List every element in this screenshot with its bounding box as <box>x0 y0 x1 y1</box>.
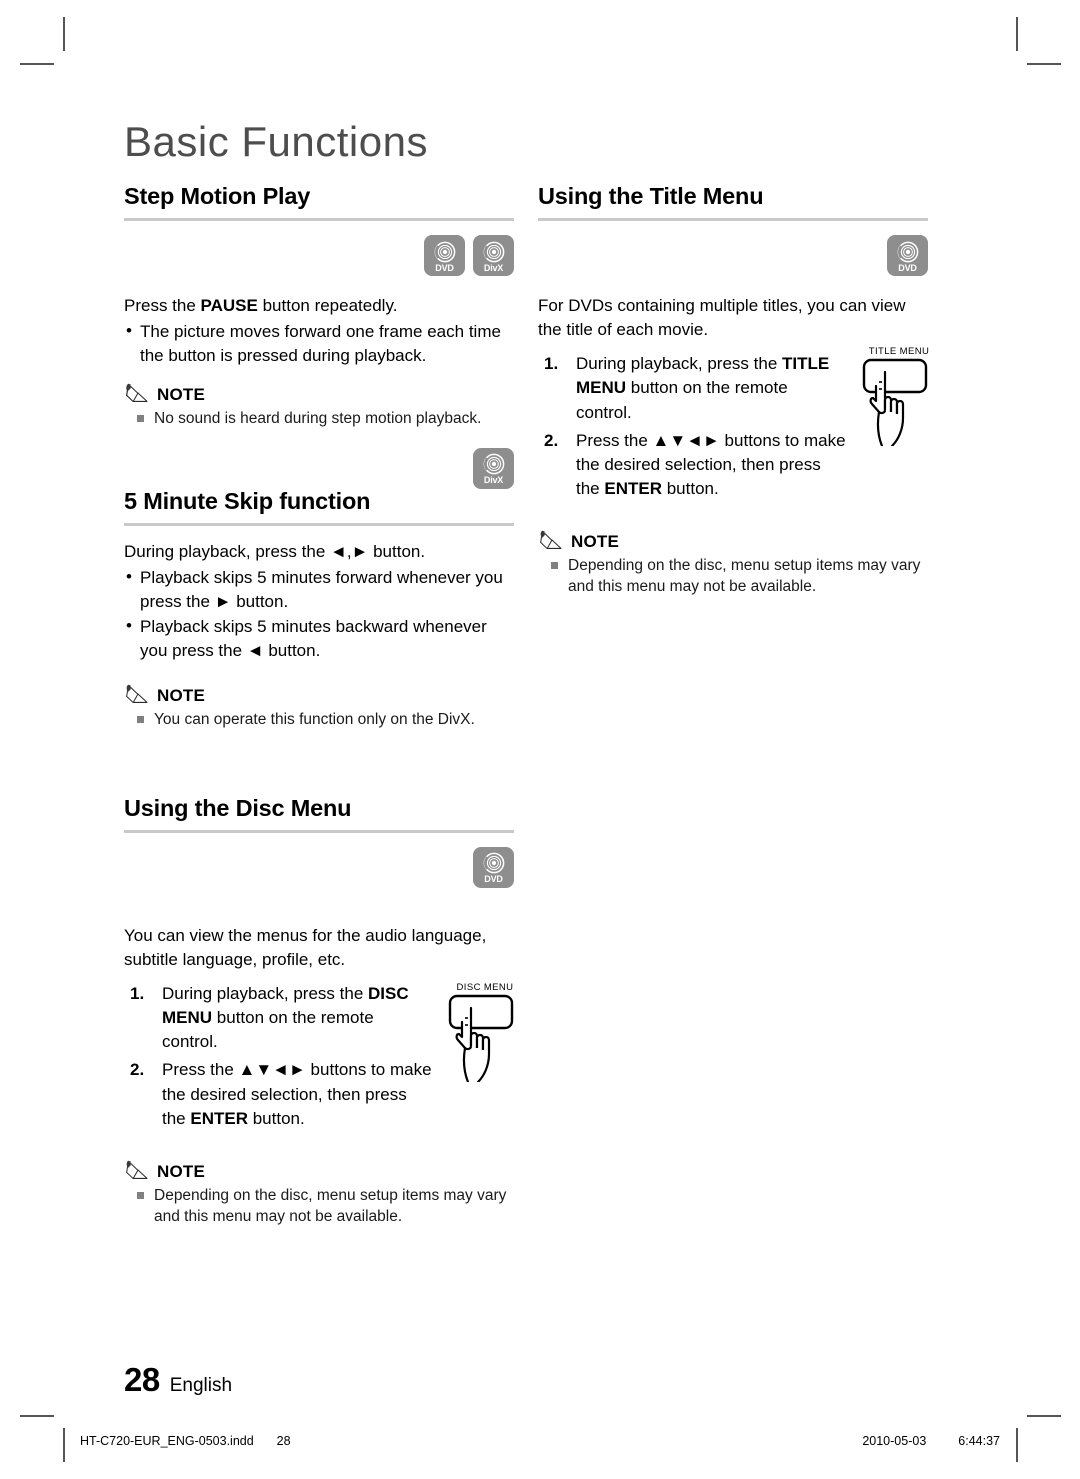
note-label: NOTE <box>157 1161 206 1181</box>
note-item: Depending on the disc, menu setup items … <box>124 1185 514 1228</box>
note-items: You can operate this function only on th… <box>124 709 514 730</box>
note-items: Depending on the disc, menu setup items … <box>124 1185 514 1228</box>
intro-bold: PAUSE <box>200 296 258 316</box>
pencil-note-icon <box>126 1160 148 1179</box>
step-motion-intro: Press the PAUSE button repeatedly. <box>124 294 514 318</box>
disc-badge-label: DivX <box>483 475 504 486</box>
disc-badge-label: DVD <box>484 874 503 885</box>
note-label: NOTE <box>571 532 620 552</box>
disc-icon <box>483 852 504 874</box>
disc-menu-steps: During playback, press the DISC MENU but… <box>124 982 434 1131</box>
section-heading: Using the Disc Menu <box>124 794 352 821</box>
step-post: button. <box>247 1108 305 1128</box>
disc-badge-row: DVD DivX <box>124 235 514 277</box>
list-item: Press the ▲▼◄► buttons to make the desir… <box>538 429 848 501</box>
note-item: You can operate this function only on th… <box>124 709 514 730</box>
disc-badge-row: DivX <box>473 447 514 489</box>
disc-badge-divx: DivX <box>473 447 514 489</box>
page-language: English <box>169 1375 233 1396</box>
disc-icon <box>483 241 504 262</box>
print-footer-right: 2010-05-03 6:44:37 <box>862 1434 1000 1448</box>
section-using-title-menu: Using the Title Menu DVD For DVDs contai… <box>538 183 929 598</box>
note-header: NOTE <box>538 529 928 551</box>
note-item: No sound is heard during step motion pla… <box>124 408 514 429</box>
intro-post: button repeatedly. <box>257 296 398 316</box>
skip-bullets: Playback skips 5 minutes forward wheneve… <box>124 565 514 664</box>
disc-badge-label: DivX <box>483 262 504 273</box>
note-items: Depending on the disc, menu setup items … <box>538 555 928 598</box>
title-menu-steps: During playback, press the TITLE MENU bu… <box>538 352 848 501</box>
print-footer: HT-C720-EUR_ENG-0503.indd 28 2010-05-03 … <box>80 1434 1000 1448</box>
list-item: Playback skips 5 minutes forward wheneve… <box>124 565 514 614</box>
list-item: Playback skips 5 minutes backward whenev… <box>124 614 514 663</box>
intro-pre: Press the <box>124 296 201 316</box>
list-item: During playback, press the TITLE MENU bu… <box>538 352 848 424</box>
note-header: NOTE <box>124 683 514 705</box>
disc-badge-dvd: DVD <box>424 235 465 277</box>
step-pre: During playback, press the <box>576 354 782 374</box>
title-menu-intro: For DVDs containing multiple titles, you… <box>538 296 906 340</box>
heading-rule <box>538 218 928 222</box>
disc-icon <box>897 241 918 262</box>
note-header: NOTE <box>124 382 514 404</box>
skip-intro: During playback, press the ◄,► button. <box>124 541 426 561</box>
disc-menu-button-figure: DISC MENU <box>444 982 526 1083</box>
disc-badge-divx: DivX <box>473 235 514 277</box>
note-label: NOTE <box>157 686 206 706</box>
section-step-motion-play: Step Motion Play DVD DivX Press the PAUS… <box>124 183 514 430</box>
list-item: Press the ▲▼◄► buttons to make the desir… <box>124 1058 434 1130</box>
pencil-note-icon <box>540 530 562 549</box>
step-bold: ENTER <box>190 1108 248 1128</box>
note-item: Depending on the disc, menu setup items … <box>538 555 928 598</box>
disc-badge-dvd: DVD <box>473 846 514 888</box>
disc-badge-row: DVD <box>538 235 928 277</box>
note-label: NOTE <box>157 385 206 405</box>
section-using-disc-menu: Using the Disc Menu DVD You can view the… <box>124 795 514 1228</box>
manual-page: Basic Functions Step Motion Play DVD Div… <box>0 0 1080 1479</box>
indd-file-name: HT-C720-EUR_ENG-0503.indd <box>80 1434 254 1448</box>
left-column: Step Motion Play DVD DivX Press the PAUS… <box>124 183 514 1228</box>
heading-rule <box>124 522 514 526</box>
right-column: Using the Title Menu DVD For DVDs contai… <box>538 183 929 598</box>
heading-rule <box>124 218 514 222</box>
section-heading: 5 Minute Skip function <box>124 487 371 514</box>
disc-icon <box>434 241 455 262</box>
title-menu-button-figure: TITLE MENU <box>858 346 940 447</box>
disc-badge-label: DVD <box>898 262 917 273</box>
note-items: No sound is heard during step motion pla… <box>124 408 514 429</box>
print-time: 6:44:37 <box>958 1434 1000 1448</box>
section-heading: Using the Title Menu <box>538 183 764 209</box>
pencil-note-icon <box>126 384 148 403</box>
list-item: During playback, press the DISC MENU but… <box>124 982 434 1054</box>
button-caption: DISC MENU <box>456 982 514 994</box>
pencil-note-icon <box>126 685 148 704</box>
hand-press-button-icon <box>448 994 514 1083</box>
disc-menu-intro: You can view the menus for the audio lan… <box>124 925 487 969</box>
step-post: button. <box>661 478 719 498</box>
hand-press-button-icon <box>862 359 928 447</box>
button-caption: TITLE MENU <box>868 346 930 358</box>
step-bold: ENTER <box>604 478 662 498</box>
print-date: 2010-05-03 <box>862 1434 927 1448</box>
step-motion-bullets: The picture moves forward one frame each… <box>124 319 514 368</box>
heading-rule <box>124 829 514 833</box>
section-five-minute-skip: 5 Minute Skip function DivX During playb… <box>124 447 514 731</box>
list-item: The picture moves forward one frame each… <box>124 319 514 368</box>
note-header: NOTE <box>124 1159 514 1181</box>
section-heading: Step Motion Play <box>124 183 311 209</box>
chapter-title: Basic Functions <box>124 118 428 165</box>
disc-badge-row: DVD <box>124 846 514 888</box>
step-pre: During playback, press the <box>162 984 368 1004</box>
print-footer-left: HT-C720-EUR_ENG-0503.indd 28 <box>80 1434 291 1448</box>
page-number-block: 28 English <box>124 1361 232 1399</box>
disc-badge-label: DVD <box>435 262 454 273</box>
disc-badge-dvd: DVD <box>887 235 928 277</box>
indd-file-page: 28 <box>276 1434 291 1448</box>
disc-icon <box>483 453 504 475</box>
page-number: 28 <box>124 1361 160 1398</box>
